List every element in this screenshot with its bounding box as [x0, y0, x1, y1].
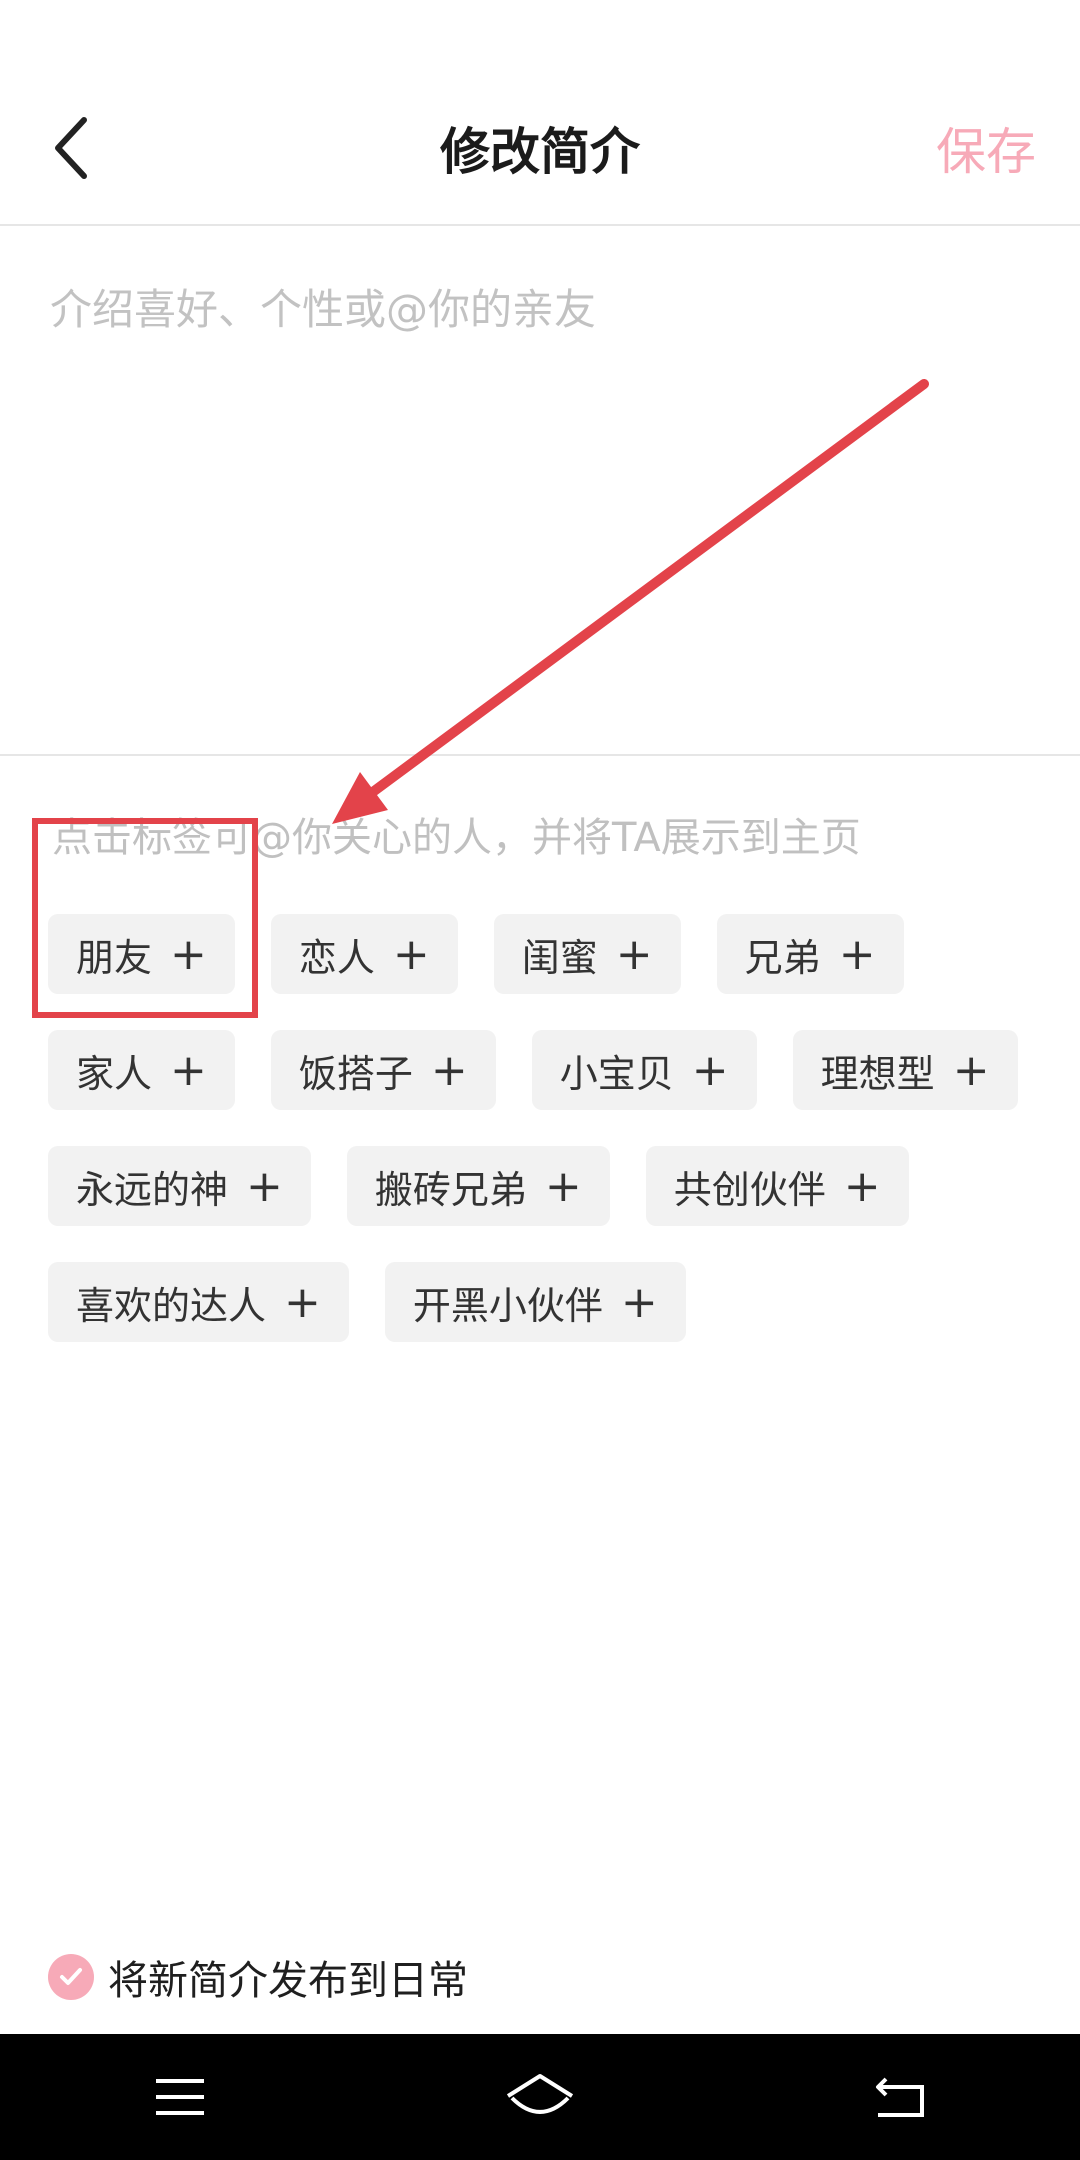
system-navigation-bar	[0, 2034, 1080, 2160]
tag-co-creator[interactable]: 共创伙伴 +	[645, 1146, 909, 1226]
tag-work-brother[interactable]: 搬砖兄弟 +	[346, 1146, 610, 1226]
tag-label: 共创伙伴	[673, 1167, 826, 1212]
tag-label: 兄弟	[744, 935, 821, 980]
tag-label: 永远的神	[76, 1167, 229, 1212]
plus-icon: +	[838, 928, 876, 980]
publish-label: 将新简介发布到日常	[108, 1958, 468, 2004]
tag-label: 小宝贝	[559, 1051, 674, 1096]
publish-to-daily-toggle[interactable]: 将新简介发布到日常	[48, 1948, 468, 2006]
plus-icon: +	[691, 1044, 729, 1096]
tag-label: 恋人	[298, 935, 375, 980]
tag-label: 理想型	[820, 1051, 935, 1096]
tag-friend[interactable]: 朋友 +	[48, 914, 235, 994]
tag-hint-text: 点击标签可@你关心的人，并将TA展示到主页	[52, 815, 861, 861]
tag-label: 开黑小伙伴	[412, 1283, 603, 1328]
tag-label: 喜欢的达人	[76, 1283, 267, 1328]
menu-button[interactable]	[120, 2047, 240, 2147]
plus-icon: +	[284, 1276, 321, 1328]
tag-lover[interactable]: 恋人 +	[270, 914, 458, 994]
home-button[interactable]	[480, 2047, 600, 2147]
tag-forever-god[interactable]: 永远的神 +	[48, 1146, 311, 1226]
tag-gaming-buddy[interactable]: 开黑小伙伴 +	[384, 1262, 686, 1342]
save-button[interactable]: 保存	[936, 112, 1036, 192]
tag-bestie[interactable]: 闺蜜 +	[493, 914, 681, 994]
plus-icon: +	[392, 928, 430, 980]
tag-label: 朋友	[76, 935, 153, 980]
checkmark-icon	[48, 1954, 94, 2000]
tag-row: 永远的神 + 搬砖兄弟 + 共创伙伴 +	[48, 1146, 1048, 1226]
tag-little-baby[interactable]: 小宝贝 +	[531, 1030, 757, 1110]
tag-row: 家人 + 饭搭子 + 小宝贝 + 理想型 +	[48, 1030, 1048, 1110]
tag-favorite-creator[interactable]: 喜欢的达人 +	[48, 1262, 349, 1342]
tag-label: 家人	[76, 1051, 153, 1096]
tag-row: 朋友 + 恋人 + 闺蜜 + 兄弟 +	[48, 914, 1048, 994]
home-icon	[506, 2074, 574, 2114]
tag-food-buddy[interactable]: 饭搭子 +	[270, 1030, 496, 1110]
plus-icon: +	[430, 1044, 468, 1096]
tag-ideal-type[interactable]: 理想型 +	[792, 1030, 1018, 1110]
plus-icon: +	[170, 1044, 207, 1096]
menu-icon	[156, 2079, 204, 2115]
tag-label: 闺蜜	[521, 935, 598, 980]
intro-section	[0, 226, 1080, 756]
plus-icon: +	[620, 1276, 658, 1328]
tag-label: 饭搭子	[298, 1051, 413, 1096]
tag-brother[interactable]: 兄弟 +	[716, 914, 904, 994]
page-title: 修改简介	[440, 123, 640, 181]
plus-icon: +	[170, 928, 207, 980]
plus-icon: +	[952, 1044, 990, 1096]
back-icon	[876, 2077, 924, 2117]
top-bar: 修改简介 保存	[0, 0, 1080, 226]
intro-input[interactable]	[48, 274, 1032, 698]
back-nav-button[interactable]	[840, 2047, 960, 2147]
plus-icon: +	[843, 1160, 881, 1212]
tag-family[interactable]: 家人 +	[48, 1030, 235, 1110]
plus-icon: +	[615, 928, 653, 980]
plus-icon: +	[246, 1160, 283, 1212]
plus-icon: +	[544, 1160, 582, 1212]
tag-row: 喜欢的达人 + 开黑小伙伴 +	[48, 1262, 1048, 1342]
tag-label: 搬砖兄弟	[374, 1167, 527, 1212]
tag-list: 朋友 + 恋人 + 闺蜜 + 兄弟 + 家人 + 饭搭子 + 小宝贝 + 理想型 + 永远的神 +…	[48, 914, 1048, 1378]
